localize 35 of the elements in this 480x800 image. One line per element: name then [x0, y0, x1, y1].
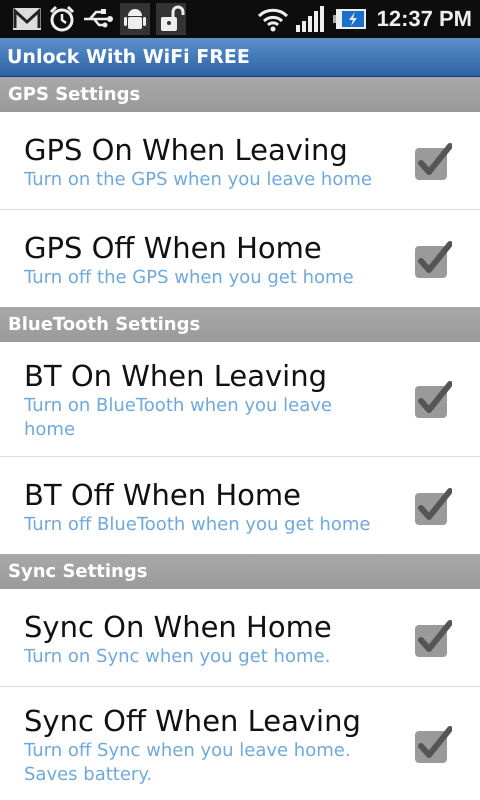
checkbox[interactable] — [414, 240, 452, 278]
android-robot-icon — [120, 3, 150, 35]
checkbox[interactable] — [414, 726, 452, 764]
wifi-icon — [256, 6, 289, 32]
checkbox[interactable] — [414, 620, 452, 658]
section-header: BlueTooth Settings — [0, 307, 480, 342]
unlocked-padlock-icon — [156, 3, 186, 35]
preference-summary: Turn on BlueTooth when you leave home — [24, 394, 333, 442]
preference-item[interactable]: Sync Off When Leaving Turn off Sync when you leave home. Saves battery. — [0, 686, 480, 800]
preference-item[interactable]: GPS On When Leaving Turn on the GPS when you leave home — [0, 112, 480, 209]
preference-title: BT Off When Home — [24, 476, 302, 512]
preference-title: GPS Off When Home — [24, 230, 323, 266]
checkbox[interactable] — [414, 488, 452, 526]
alarm-clock-icon — [48, 5, 76, 33]
app-title: Unlock With WiFi FREE — [7, 46, 250, 68]
preference-item[interactable]: Sync On When Home Turn on Sync when you get home. — [0, 589, 480, 686]
preference-summary: Turn off the GPS when you get home — [24, 266, 354, 290]
preference-title: BT On When Leaving — [24, 358, 328, 394]
preference-item[interactable]: BT On When Leaving Turn on BlueTooth when you leave home — [0, 342, 480, 456]
preference-title: GPS On When Leaving — [24, 132, 349, 168]
checkbox[interactable] — [414, 381, 452, 419]
mail-icon — [12, 6, 42, 32]
checkbox[interactable] — [414, 142, 452, 180]
battery-charging-icon — [332, 8, 367, 30]
preference-summary: Turn on Sync when you get home. — [24, 644, 332, 668]
signal-icon — [294, 5, 327, 33]
preference-summary: Turn off BlueTooth when you get home — [24, 512, 370, 536]
section-header: Sync Settings — [0, 554, 480, 589]
preference-title: Sync On When Home — [24, 608, 332, 644]
section-header: GPS Settings — [0, 77, 480, 112]
usb-icon — [82, 8, 114, 30]
preference-summary: Turn off Sync when you leave home. Saves battery. — [24, 739, 352, 787]
clock-time: 12:37 PM — [376, 6, 472, 32]
preference-summary: Turn on the GPS when you leave home — [24, 168, 372, 192]
preference-title: Sync Off When Leaving — [24, 703, 362, 739]
